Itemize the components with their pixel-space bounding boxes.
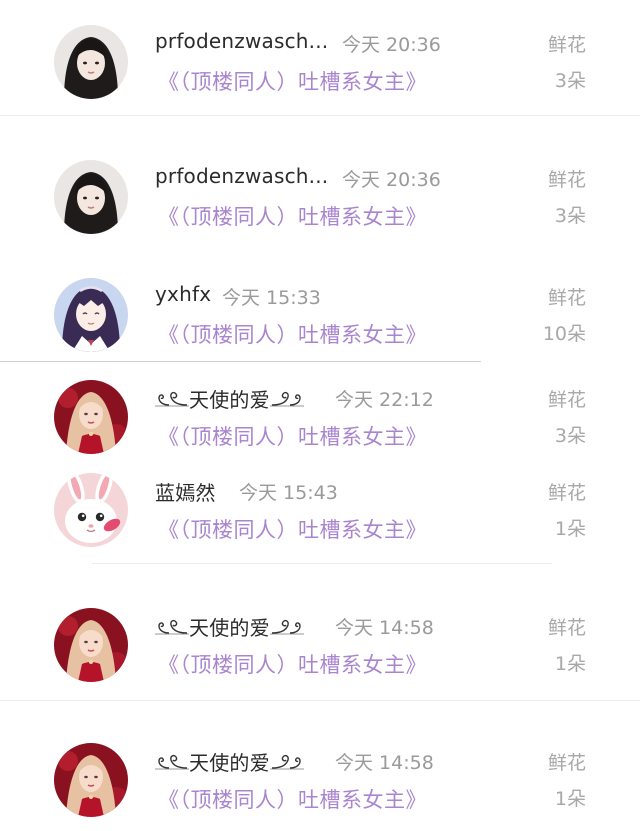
gift-type-label: 鲜花 — [547, 482, 586, 504]
row-divider — [0, 361, 481, 362]
book-title-link[interactable]: 《（顶楼同人）吐槽系女主》 — [158, 514, 427, 544]
gift-record-row[interactable]: yxhfx 今天 15:33 《（顶楼同人）吐槽系女主》 鲜花 10朵 — [0, 278, 640, 358]
user-avatar[interactable] — [54, 278, 128, 352]
timestamp: 今天 14:58 — [335, 752, 434, 774]
timestamp: 今天 20:36 — [342, 34, 441, 56]
gift-record-row[interactable]: prfodenzwasch... 今天 20:36 《（顶楼同人）吐槽系女主》 … — [0, 25, 640, 105]
timestamp: 今天 15:43 — [239, 482, 338, 504]
username-text: 天使的爱 — [189, 616, 270, 640]
gift-record-row[interactable]: prfodenzwasch... 今天 20:36 《（顶楼同人）吐槽系女主》 … — [0, 160, 640, 240]
swirl-decoration-icon — [155, 617, 189, 642]
gift-type-label: 鲜花 — [547, 617, 586, 639]
gift-record-row[interactable]: 天使的爱 今天 14:58 《（顶楼同人）吐槽系女主》 鲜花 1朵 — [0, 743, 640, 823]
username[interactable]: prfodenzwasch... — [155, 164, 328, 188]
username[interactable]: prfodenzwasch... — [155, 29, 328, 53]
gift-count: 3朵 — [554, 425, 586, 447]
gift-count: 1朵 — [554, 518, 586, 540]
user-avatar[interactable] — [54, 608, 128, 682]
gift-type-label: 鲜花 — [547, 752, 586, 774]
swirl-decoration-icon — [269, 389, 304, 414]
user-avatar[interactable] — [54, 25, 128, 99]
book-title-link[interactable]: 《（顶楼同人）吐槽系女主》 — [158, 319, 427, 349]
row-divider — [0, 115, 640, 116]
book-title-link[interactable]: 《（顶楼同人）吐槽系女主》 — [158, 421, 427, 451]
username-text: 天使的爱 — [189, 751, 270, 775]
gift-type-label: 鲜花 — [547, 169, 586, 191]
swirl-decoration-icon — [269, 617, 304, 642]
book-title-link[interactable]: 《（顶楼同人）吐槽系女主》 — [158, 66, 427, 96]
gift-count: 10朵 — [542, 323, 586, 345]
book-title-link[interactable]: 《（顶楼同人）吐槽系女主》 — [158, 649, 427, 679]
timestamp: 今天 14:58 — [335, 617, 434, 639]
gift-record-row[interactable]: 天使的爱 今天 22:12 《（顶楼同人）吐槽系女主》 鲜花 3朵 — [0, 380, 640, 460]
book-title-link[interactable]: 《（顶楼同人）吐槽系女主》 — [158, 784, 427, 814]
gift-record-row[interactable]: 天使的爱 今天 14:58 《（顶楼同人）吐槽系女主》 鲜花 1朵 — [0, 608, 640, 688]
swirl-decoration-icon — [155, 389, 189, 414]
book-title-link[interactable]: 《（顶楼同人）吐槽系女主》 — [158, 201, 427, 231]
gift-count: 3朵 — [554, 205, 586, 227]
username[interactable]: yxhfx — [155, 282, 211, 306]
username[interactable]: 蓝嫣然 — [155, 477, 216, 506]
gift-type-label: 鲜花 — [547, 34, 586, 56]
swirl-decoration-icon — [155, 752, 189, 777]
username[interactable]: 天使的爱 — [155, 747, 304, 777]
gift-count: 3朵 — [554, 70, 586, 92]
user-avatar[interactable] — [54, 160, 128, 234]
timestamp: 今天 20:36 — [342, 169, 441, 191]
timestamp: 今天 15:33 — [222, 287, 321, 309]
gift-count: 1朵 — [554, 788, 586, 810]
gift-record-row[interactable]: 蓝嫣然 今天 15:43 《（顶楼同人）吐槽系女主》 鲜花 1朵 — [0, 473, 640, 553]
gift-count: 1朵 — [554, 653, 586, 675]
swirl-decoration-icon — [269, 752, 304, 777]
row-divider — [0, 700, 640, 701]
username[interactable]: 天使的爱 — [155, 612, 304, 642]
row-divider — [92, 563, 552, 564]
gift-type-label: 鲜花 — [547, 287, 586, 309]
user-avatar[interactable] — [54, 743, 128, 817]
user-avatar[interactable] — [54, 380, 128, 454]
username-text: 天使的爱 — [189, 388, 270, 412]
user-avatar[interactable] — [54, 473, 128, 547]
gift-type-label: 鲜花 — [547, 389, 586, 411]
timestamp: 今天 22:12 — [335, 389, 434, 411]
username[interactable]: 天使的爱 — [155, 384, 304, 414]
